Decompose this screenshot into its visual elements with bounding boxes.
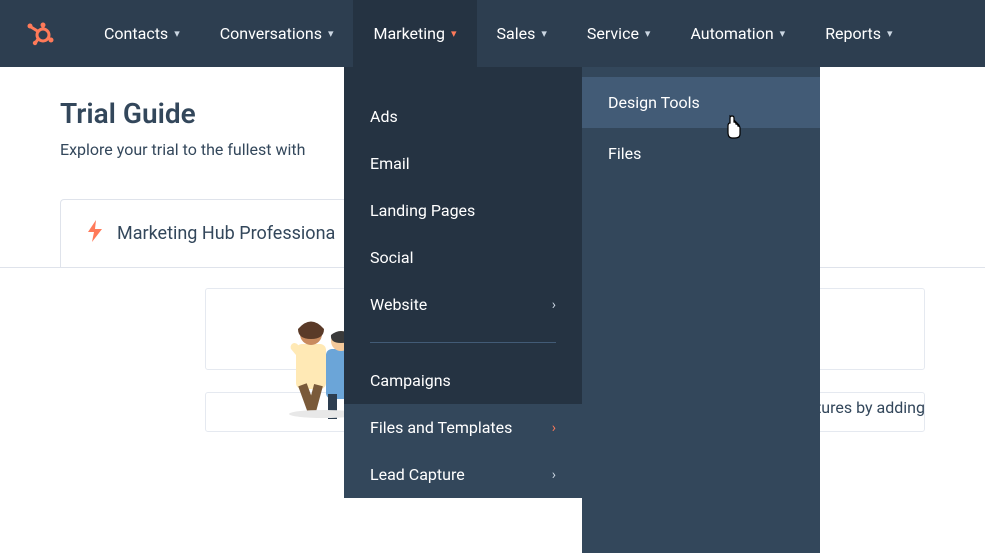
submenu-label: Design Tools (608, 93, 700, 112)
nav-service[interactable]: Service ▾ (567, 0, 671, 67)
submenu-label: Files (608, 144, 641, 163)
dropdown-label: Campaigns (370, 371, 451, 390)
nav-label: Reports (825, 24, 881, 43)
dropdown-label: Files and Templates (370, 418, 512, 437)
chevron-down-icon: ▾ (887, 27, 893, 40)
dropdown-item-campaigns[interactable]: Campaigns (344, 357, 582, 404)
nav-label: Marketing (373, 24, 444, 43)
chevron-right-icon: › (552, 420, 556, 436)
nav-sales[interactable]: Sales ▾ (477, 0, 567, 67)
chevron-down-icon: ▾ (541, 27, 547, 40)
dropdown-label: Lead Capture (370, 465, 465, 484)
nav-contacts[interactable]: Contacts ▾ (84, 0, 200, 67)
submenu-item-files[interactable]: Files (582, 128, 820, 179)
dropdown-item-landing-pages[interactable]: Landing Pages (344, 187, 582, 234)
nav-marketing[interactable]: Marketing ▾ (353, 0, 476, 67)
nav-label: Service (587, 24, 639, 43)
dropdown-item-lead-capture[interactable]: Lead Capture › (344, 451, 582, 498)
files-and-templates-submenu: Design Tools Files (582, 67, 820, 553)
chevron-right-icon: › (552, 297, 556, 313)
chevron-down-icon: ▾ (451, 27, 457, 40)
dropdown-label: Email (370, 154, 410, 173)
dropdown-item-website[interactable]: Website › (344, 281, 582, 328)
submenu-item-design-tools[interactable]: Design Tools (582, 77, 820, 128)
nav-automation[interactable]: Automation ▾ (670, 0, 805, 67)
dropdown-label: Ads (370, 107, 398, 126)
chevron-down-icon: ▾ (780, 27, 786, 40)
dropdown-item-files-and-templates[interactable]: Files and Templates › (344, 404, 582, 451)
nav-label: Conversations (220, 24, 322, 43)
dropdown-item-email[interactable]: Email (344, 140, 582, 187)
chevron-down-icon: ▾ (174, 27, 180, 40)
bolt-icon (85, 220, 105, 247)
nav-label: Contacts (104, 24, 168, 43)
chevron-right-icon: › (552, 467, 556, 483)
dropdown-label: Landing Pages (370, 201, 475, 220)
hubspot-logo[interactable] (24, 18, 56, 50)
dropdown-item-ads[interactable]: Ads (344, 93, 582, 140)
nav-label: Automation (690, 24, 773, 43)
tab-marketing-hub[interactable]: Marketing Hub Professiona (60, 199, 360, 267)
nav-reports[interactable]: Reports ▾ (805, 0, 912, 67)
dropdown-item-social[interactable]: Social (344, 234, 582, 281)
dropdown-label: Social (370, 248, 413, 267)
dropdown-label: Website (370, 295, 427, 314)
top-navigation: Contacts ▾ Conversations ▾ Marketing ▾ S… (0, 0, 985, 67)
chevron-down-icon: ▾ (645, 27, 651, 40)
nav-conversations[interactable]: Conversations ▾ (200, 0, 354, 67)
nav-label: Sales (497, 24, 536, 43)
sprocket-icon (26, 20, 54, 48)
marketing-dropdown: Ads Email Landing Pages Social Website ›… (344, 67, 582, 498)
tab-label: Marketing Hub Professiona (117, 223, 335, 244)
dropdown-divider (370, 342, 556, 343)
chevron-down-icon: ▾ (328, 27, 334, 40)
